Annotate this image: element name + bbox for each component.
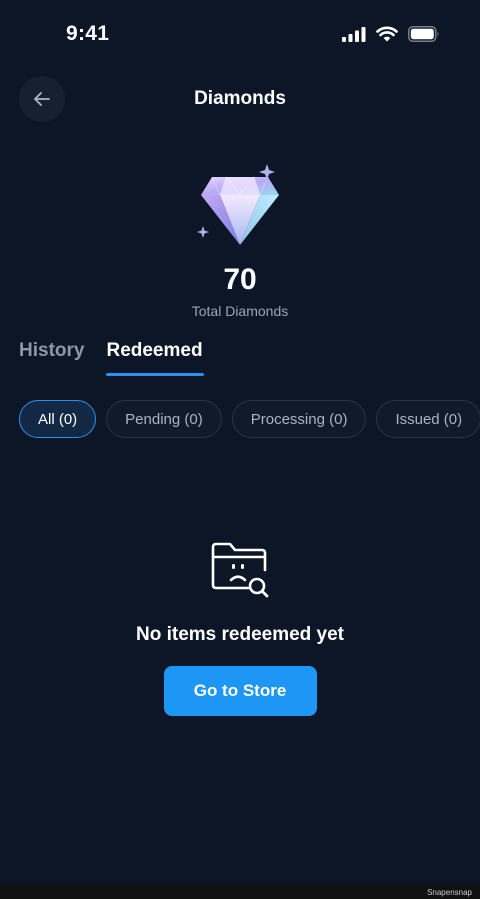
wifi-icon xyxy=(376,26,398,42)
watermark: Snapensnap xyxy=(427,888,472,897)
diamond-summary: 70 Total Diamonds xyxy=(0,160,480,319)
battery-icon xyxy=(408,26,439,42)
header: Diamonds xyxy=(0,76,480,122)
folder-sad-search-icon xyxy=(211,542,269,598)
total-diamonds-value: 70 xyxy=(223,263,257,296)
page-title: Diamonds xyxy=(194,88,286,109)
go-to-store-button[interactable]: Go to Store xyxy=(163,666,317,716)
status-bar: 9:41 xyxy=(0,0,480,70)
filter-chip-all[interactable]: All (0) xyxy=(19,400,97,438)
status-time: 9:41 xyxy=(66,22,110,45)
diamond-icon xyxy=(197,164,279,245)
tab-bar: History Redeemed xyxy=(19,340,204,376)
status-icons xyxy=(342,26,440,42)
diamond-illustration xyxy=(190,160,290,255)
empty-state-icon-wrap xyxy=(210,540,270,600)
cellular-signal-icon xyxy=(342,27,366,42)
tab-redeemed[interactable]: Redeemed xyxy=(106,340,204,376)
empty-state: No items redeemed yet Go to Store xyxy=(0,540,480,716)
filter-chip-issued[interactable]: Issued (0) xyxy=(376,400,480,438)
total-diamonds-label: Total Diamonds xyxy=(191,303,289,319)
footer-bar: Snapensnap xyxy=(0,884,480,899)
tab-history[interactable]: History xyxy=(19,340,84,376)
filter-chips: All (0) Pending (0) Processing (0) Issue… xyxy=(19,400,480,438)
filter-chip-pending[interactable]: Pending (0) xyxy=(106,400,222,438)
filter-chip-processing[interactable]: Processing (0) xyxy=(231,400,367,438)
empty-state-message: No items redeemed yet xyxy=(135,624,345,645)
